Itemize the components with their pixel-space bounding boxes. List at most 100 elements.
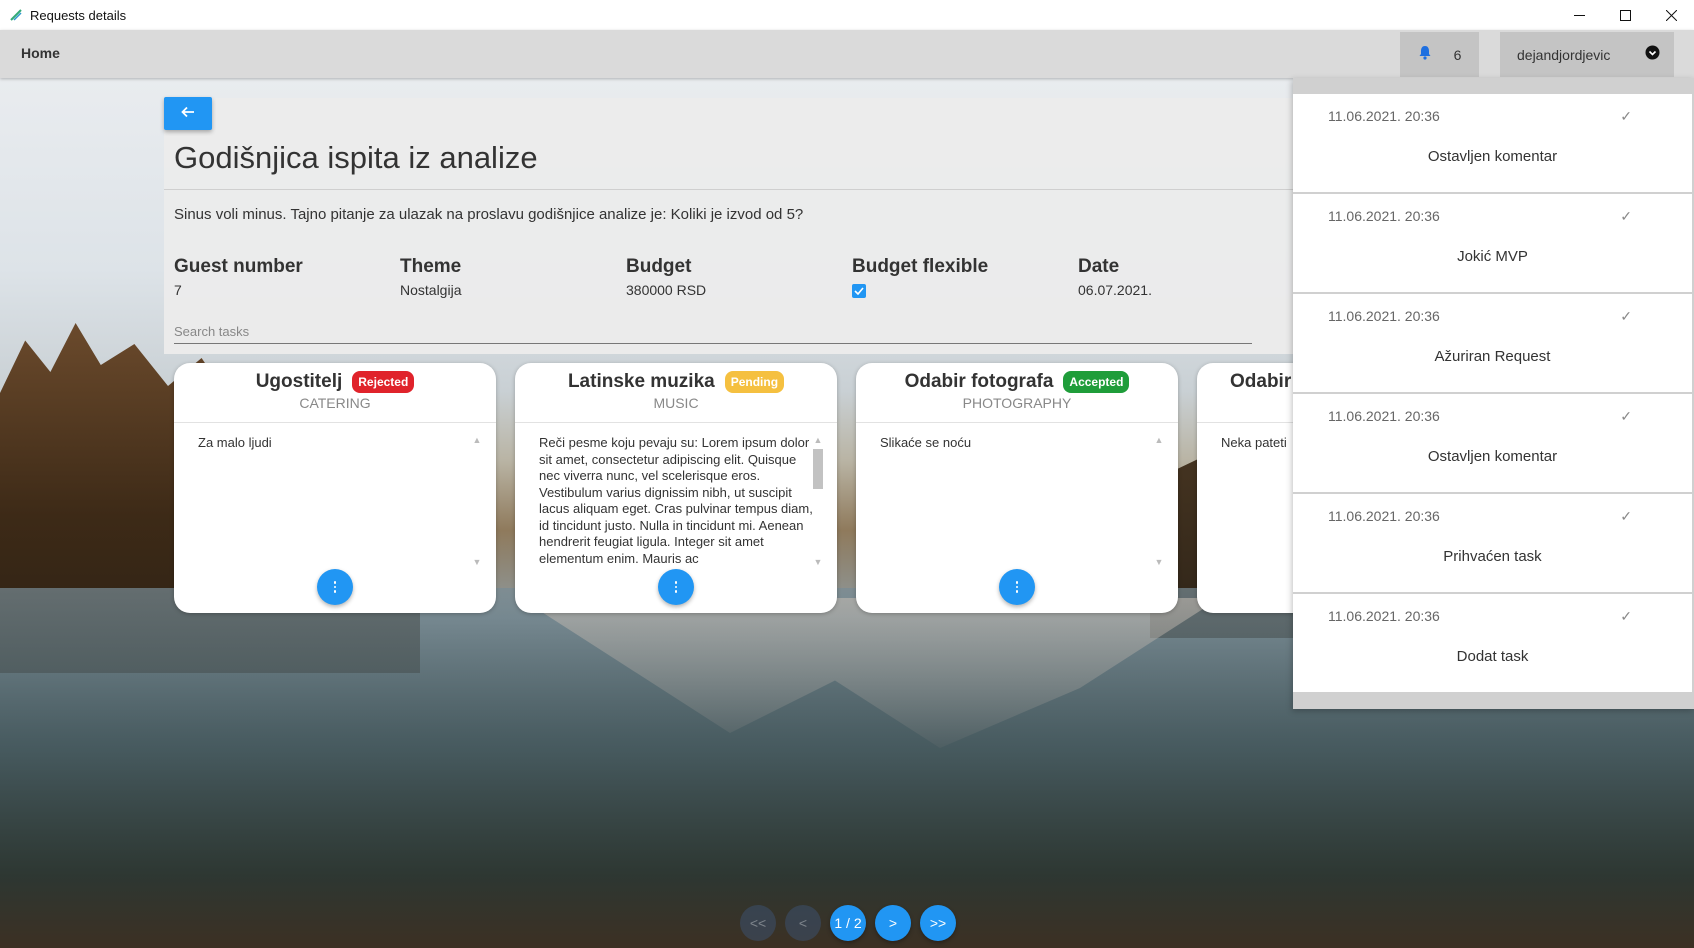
task-description: Slikaće se noću bbox=[880, 435, 972, 450]
notification-item[interactable]: 11.06.2021. 20:36 ✓ Jokić MVP bbox=[1293, 194, 1692, 292]
back-button[interactable] bbox=[164, 97, 212, 130]
notification-time: 11.06.2021. 20:36 bbox=[1328, 208, 1440, 224]
scroll-up-icon[interactable]: ▲ bbox=[470, 433, 484, 447]
last-page-button[interactable]: >> bbox=[920, 905, 956, 941]
scroll-down-icon[interactable]: ▼ bbox=[470, 555, 484, 569]
notification-text: Dodat task bbox=[1456, 648, 1529, 665]
check-icon: ✓ bbox=[1620, 108, 1632, 124]
window-controls bbox=[1556, 0, 1694, 30]
nav-home-link[interactable]: Home bbox=[21, 45, 60, 61]
maximize-button[interactable] bbox=[1602, 0, 1648, 30]
notification-item[interactable]: 11.06.2021. 20:36 ✓ Ostavljen komentar bbox=[1293, 94, 1692, 192]
notifications-dropdown: 11.06.2021. 20:36 ✓ Ostavljen komentar 1… bbox=[1293, 78, 1694, 709]
notification-time: 11.06.2021. 20:36 bbox=[1328, 408, 1440, 424]
notification-text: Ostavljen komentar bbox=[1427, 448, 1558, 465]
scrollbar-thumb[interactable] bbox=[813, 449, 823, 489]
status-badge: Accepted bbox=[1063, 371, 1130, 393]
field-value: 06.07.2021. bbox=[1078, 282, 1152, 298]
page-indicator: 1 / 2 bbox=[830, 905, 866, 941]
task-category: MUSIC bbox=[653, 395, 699, 411]
next-page-button[interactable]: > bbox=[875, 905, 911, 941]
field-label: Date bbox=[1078, 256, 1120, 277]
search-tasks-wrapper bbox=[174, 320, 1252, 344]
field-value: 380000 RSD bbox=[626, 282, 707, 298]
user-menu-button[interactable]: dejandjordjevic bbox=[1500, 32, 1674, 77]
close-button[interactable] bbox=[1648, 0, 1694, 30]
task-card: Odabir fotografa Accepted PHOTOGRAPHY Sl… bbox=[856, 363, 1178, 613]
task-description: Za malo ljudi bbox=[198, 435, 272, 450]
field-budget-flexible: Budget flexible bbox=[852, 256, 988, 298]
task-category: PHOTOGRAPHY bbox=[962, 395, 1072, 411]
title-bar: Requests details bbox=[0, 0, 1694, 30]
field-budget: Budget 380000 RSD bbox=[626, 256, 706, 298]
arrow-left-icon bbox=[181, 105, 195, 123]
task-card: Ugostitelj Rejected CATERING Za malo lju… bbox=[174, 363, 496, 613]
task-card-header: Ugostitelj Rejected CATERING bbox=[174, 363, 496, 423]
notification-time: 11.06.2021. 20:36 bbox=[1328, 108, 1440, 124]
field-label: Guest number bbox=[174, 256, 303, 277]
scroll-down-icon[interactable]: ▼ bbox=[811, 555, 825, 569]
notification-text: Jokić MVP bbox=[1457, 248, 1528, 265]
check-icon: ✓ bbox=[1620, 308, 1632, 324]
notifications-button[interactable]: 6 bbox=[1400, 32, 1479, 77]
minimize-button[interactable] bbox=[1556, 0, 1602, 30]
task-menu-button[interactable] bbox=[317, 569, 353, 605]
more-vert-icon bbox=[1015, 581, 1019, 593]
notification-time: 11.06.2021. 20:36 bbox=[1328, 308, 1440, 324]
task-name: Odabir fotografa bbox=[904, 371, 1054, 392]
task-card-header: Odabir fotografa Accepted PHOTOGRAPHY bbox=[856, 363, 1178, 423]
bell-icon bbox=[1418, 45, 1432, 65]
notification-item[interactable]: 11.06.2021. 20:36 ✓ Ažuriran Request bbox=[1293, 294, 1692, 392]
task-scrollbar[interactable]: ▲ ▼ bbox=[811, 433, 825, 569]
navbar: Home 6 dejandjordjevic bbox=[0, 30, 1694, 78]
chevron-down-circle-icon bbox=[1645, 45, 1660, 65]
more-vert-icon bbox=[674, 581, 678, 593]
field-value: 7 bbox=[174, 282, 182, 298]
notification-time: 11.06.2021. 20:36 bbox=[1328, 508, 1440, 524]
task-name: Odabir bbox=[1230, 371, 1292, 392]
app-icon bbox=[8, 7, 24, 23]
scroll-up-icon[interactable]: ▲ bbox=[1152, 433, 1166, 447]
notification-text: Ostavljen komentar bbox=[1427, 148, 1558, 165]
request-description: Sinus voli minus. Tajno pitanje za ulaza… bbox=[174, 206, 804, 223]
notification-item[interactable]: 11.06.2021. 20:36 ✓ Prihvaćen task bbox=[1293, 494, 1692, 592]
task-name: Ugostitelj bbox=[255, 371, 343, 392]
task-category: CATERING bbox=[299, 395, 371, 411]
task-card-header: Latinske muzika Pending MUSIC bbox=[515, 363, 837, 423]
check-icon: ✓ bbox=[1620, 208, 1632, 224]
scroll-down-icon[interactable]: ▼ bbox=[1152, 555, 1166, 569]
task-card: Latinske muzika Pending MUSIC Reči pesme… bbox=[515, 363, 837, 613]
title-divider bbox=[164, 189, 1294, 190]
budget-flexible-checkbox[interactable] bbox=[852, 284, 866, 298]
prev-page-button[interactable]: < bbox=[785, 905, 821, 941]
field-label: Theme bbox=[400, 256, 462, 277]
notification-text: Prihvaćen task bbox=[1443, 548, 1542, 565]
search-tasks-input[interactable] bbox=[174, 320, 1252, 342]
task-scrollbar[interactable]: ▲ ▼ bbox=[1152, 433, 1166, 569]
task-description: Reči pesme koju pevaju su: Lorem ipsum d… bbox=[539, 435, 813, 566]
notification-item[interactable]: 11.06.2021. 20:36 ✓ Ostavljen komentar bbox=[1293, 394, 1692, 492]
field-label: Budget flexible bbox=[852, 256, 989, 277]
notification-time: 11.06.2021. 20:36 bbox=[1328, 608, 1440, 624]
scroll-up-icon[interactable]: ▲ bbox=[811, 433, 825, 447]
field-guest-number: Guest number 7 bbox=[174, 256, 303, 298]
notification-text: Ažuriran Request bbox=[1434, 348, 1551, 365]
check-icon: ✓ bbox=[1620, 408, 1632, 424]
request-title: Godišnjica ispita iz analize bbox=[174, 140, 538, 175]
notification-count: 6 bbox=[1453, 46, 1462, 63]
window-title: Requests details bbox=[30, 7, 127, 23]
task-scrollbar[interactable]: ▲ ▼ bbox=[470, 433, 484, 569]
status-badge: Pending bbox=[724, 371, 785, 393]
task-menu-button[interactable] bbox=[999, 569, 1035, 605]
first-page-button[interactable]: << bbox=[740, 905, 776, 941]
field-value: Nostalgija bbox=[400, 282, 462, 298]
task-menu-button[interactable] bbox=[658, 569, 694, 605]
notification-item[interactable]: 11.06.2021. 20:36 ✓ Dodat task bbox=[1293, 594, 1692, 692]
more-vert-icon bbox=[333, 581, 337, 593]
field-label: Budget bbox=[626, 256, 692, 277]
pagination: << < 1 / 2 > >> bbox=[740, 905, 956, 941]
field-theme: Theme Nostalgija bbox=[400, 256, 461, 298]
check-icon: ✓ bbox=[1620, 608, 1632, 624]
field-date: Date 06.07.2021. bbox=[1078, 256, 1152, 298]
check-icon: ✓ bbox=[1620, 508, 1632, 524]
